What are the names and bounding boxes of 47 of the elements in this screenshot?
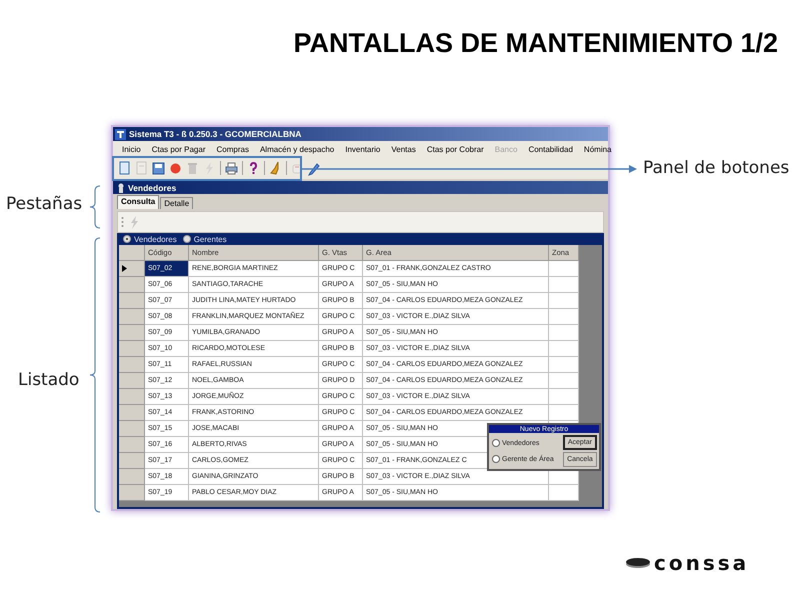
- menu-item[interactable]: Almacén y despacho: [260, 144, 334, 154]
- logo-text: conssa: [654, 553, 750, 573]
- tab[interactable]: Detalle: [160, 197, 194, 209]
- radio-button[interactable]: [492, 439, 500, 447]
- grip-icon: [121, 216, 124, 228]
- table-cell: [549, 325, 579, 341]
- radio-button[interactable]: [182, 235, 191, 243]
- menu-item[interactable]: Ctas por Cobrar: [426, 144, 484, 154]
- radio-button[interactable]: [492, 455, 500, 463]
- person-icon: [117, 182, 125, 192]
- slide-title: PANTALLAS DE MANTENIMIENTO 1/2: [293, 28, 778, 59]
- printer-icon[interactable]: [224, 160, 239, 176]
- table-cell: [549, 389, 579, 405]
- table-cell: [549, 405, 579, 421]
- menu-item[interactable]: Ctas por Pagar: [152, 144, 206, 154]
- radio-label[interactable]: Gerentes: [194, 234, 227, 244]
- save-icon[interactable]: [151, 160, 166, 176]
- window-title: Sistema T3 - ß 0.250.3 - GCOMERCIALBNA: [129, 129, 302, 139]
- new-document-icon[interactable]: [117, 160, 132, 176]
- callout-label: Listado: [18, 370, 80, 390]
- form-title: Vendedores: [128, 182, 176, 192]
- menu-item[interactable]: Compras: [216, 144, 249, 154]
- table-cell: [549, 293, 579, 309]
- tab[interactable]: Consulta: [117, 195, 160, 209]
- pen-icon[interactable]: [307, 160, 322, 176]
- radio-button[interactable]: [123, 235, 131, 243]
- curly-bracket: [90, 186, 100, 228]
- menu-item[interactable]: Contabilidad: [528, 144, 573, 154]
- table-cell: [549, 261, 579, 277]
- row-header: [119, 245, 145, 261]
- callout-label: Panel de botones: [643, 158, 790, 178]
- callout-label: Pestañas: [6, 194, 82, 214]
- menu-item[interactable]: Nómina: [584, 144, 612, 154]
- record-icon[interactable]: [168, 160, 183, 176]
- table-cell: [549, 357, 579, 373]
- radio-label[interactable]: Vendedores: [134, 234, 177, 244]
- menu-item[interactable]: Inicio: [122, 144, 141, 154]
- table-cell: [549, 485, 579, 501]
- table-cell: [549, 309, 579, 325]
- table-cell: [549, 341, 579, 357]
- menu-item[interactable]: Ventas: [391, 144, 416, 154]
- table-cell: [549, 277, 579, 293]
- row-header[interactable]: [119, 261, 145, 277]
- menu-item[interactable]: Inventario: [345, 144, 380, 154]
- disc-logo-icon: [625, 557, 651, 569]
- table-cell: [549, 373, 579, 389]
- app-icon: [115, 128, 126, 140]
